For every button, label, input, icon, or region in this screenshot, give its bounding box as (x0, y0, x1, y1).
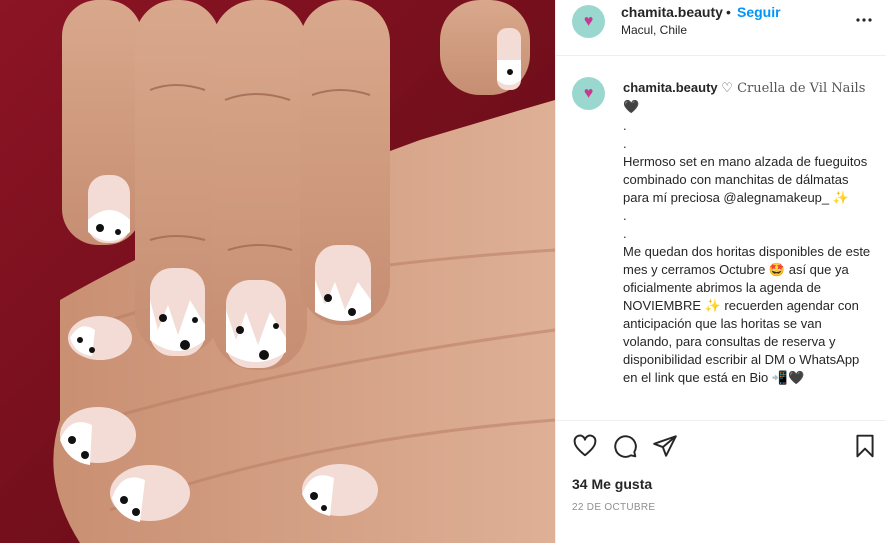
caption-avatar[interactable]: ♥ (572, 77, 605, 110)
caption-section: ♥ chamita.beauty ♡ Cruella de Vil Nails🖤… (556, 57, 886, 418)
bookmark-icon[interactable] (852, 433, 878, 459)
more-options-icon[interactable] (852, 8, 876, 32)
comment-icon[interactable] (612, 433, 638, 459)
caption-username-link[interactable]: chamita.beauty (623, 80, 718, 95)
username-link[interactable]: chamita.beauty (621, 4, 723, 20)
caption-text: chamita.beauty ♡ Cruella de Vil Nails🖤 .… (623, 79, 873, 387)
avatar[interactable]: ♥ (572, 5, 605, 38)
heart-avatar-icon: ♥ (583, 12, 594, 30)
action-bar (556, 420, 886, 470)
likes-count[interactable]: 34 Me gusta (572, 476, 652, 492)
location-link[interactable]: Macul, Chile (621, 23, 687, 37)
post-header: ♥ chamita.beauty • Seguir Macul, Chile (556, 0, 886, 56)
post-date[interactable]: 22 DE OCTUBRE (572, 502, 655, 513)
paper-plane-icon[interactable] (652, 433, 678, 459)
follow-button[interactable]: Seguir (737, 4, 781, 20)
post-side-panel: ♥ chamita.beauty • Seguir Macul, Chile ♥… (555, 0, 886, 543)
caption-body: . . Hermoso set en mano alzada de fuegui… (623, 118, 871, 385)
heart-avatar-icon: ♥ (583, 84, 594, 102)
separator-dot: • (726, 4, 731, 20)
heart-icon[interactable] (572, 433, 598, 459)
post-photo[interactable] (0, 0, 555, 543)
nails-photo-image (0, 0, 555, 543)
